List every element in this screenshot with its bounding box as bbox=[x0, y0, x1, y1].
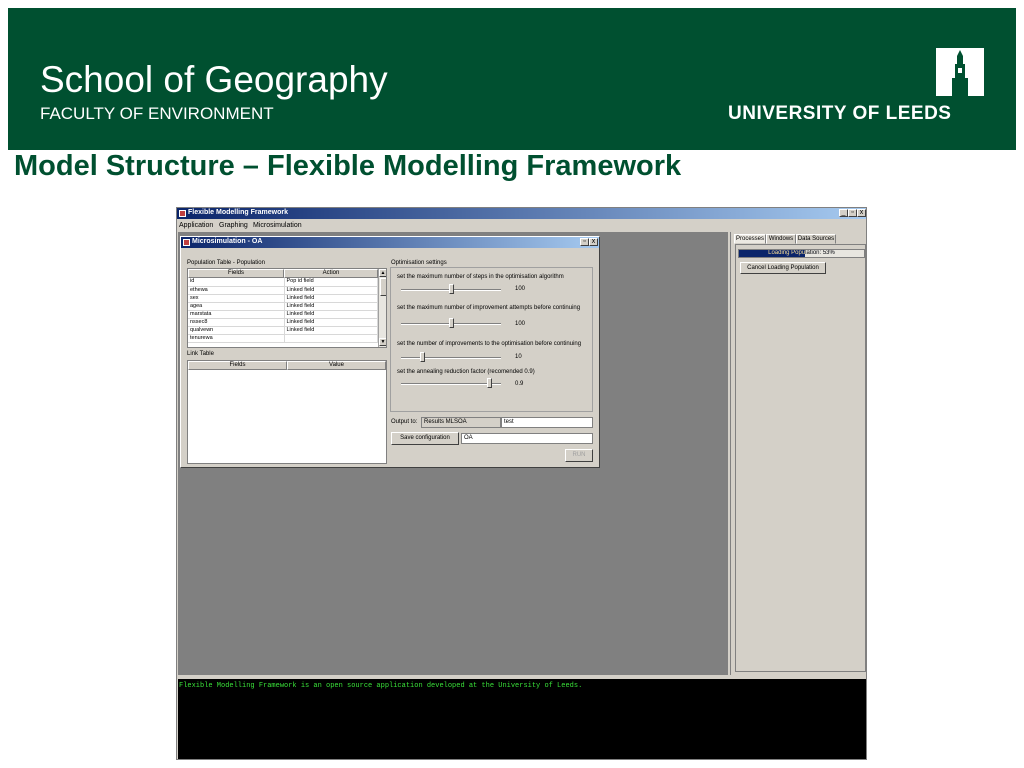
column-header-fields[interactable]: Fields bbox=[188, 269, 284, 278]
field-cell: id bbox=[188, 278, 285, 287]
tab-data-sources[interactable]: Data Sources bbox=[796, 234, 836, 244]
slide-title: Model Structure – Flexible Modelling Fra… bbox=[14, 150, 682, 182]
field-cell: tenurewa bbox=[188, 334, 285, 343]
microsimulation-titlebar[interactable]: Microsimulation - OA ▫ x bbox=[181, 237, 599, 248]
column-header-action[interactable]: Action bbox=[284, 269, 378, 278]
menu-application[interactable]: Application bbox=[179, 222, 213, 229]
frame-close-button[interactable]: x bbox=[589, 238, 598, 246]
population-table-label: Population Table - Population bbox=[187, 260, 265, 266]
menu-graphing[interactable]: Graphing bbox=[219, 222, 248, 229]
app-titlebar[interactable]: Flexible Modelling Framework _ ▫ x bbox=[177, 208, 866, 219]
table-scrollbar[interactable]: ▲ ▼ bbox=[378, 269, 386, 347]
slider-label-improvements: set the number of improvements to the op… bbox=[397, 341, 582, 347]
faculty-subtitle: FACULTY OF ENVIRONMENT bbox=[40, 104, 274, 123]
app-icon bbox=[179, 210, 186, 217]
table-row[interactable]: tenurewa bbox=[188, 334, 378, 343]
university-logo bbox=[936, 48, 984, 96]
run-button[interactable]: RUN bbox=[565, 449, 593, 462]
university-name: UNIVERSITY OF LEEDS bbox=[728, 103, 952, 124]
slider-track[interactable] bbox=[401, 357, 501, 359]
minimize-button[interactable]: _ bbox=[839, 209, 848, 217]
console-pane: Flexible Modelling Framework is an open … bbox=[178, 679, 866, 759]
field-cell: sex bbox=[188, 294, 285, 303]
cancel-loading-button[interactable]: Cancel Loading Population bbox=[740, 262, 826, 274]
scroll-up-icon[interactable]: ▲ bbox=[379, 269, 386, 277]
table-row[interactable]: nssec8 Linked field bbox=[188, 318, 378, 327]
link-column-value[interactable]: Value bbox=[287, 361, 386, 370]
field-cell: nssec8 bbox=[188, 318, 285, 327]
console-text: Flexible Modelling Framework is an open … bbox=[179, 682, 583, 690]
output-name-field[interactable]: test bbox=[501, 417, 593, 428]
microsimulation-window: Microsimulation - OA ▫ x Population Tabl… bbox=[180, 236, 600, 468]
link-table-label: Link Table bbox=[187, 351, 214, 357]
action-cell: Linked field bbox=[284, 318, 378, 327]
table-row[interactable]: qualvewn Linked field bbox=[188, 326, 378, 335]
action-cell: Linked field bbox=[284, 310, 378, 319]
school-title: School of Geography bbox=[40, 59, 388, 100]
action-cell: Linked field bbox=[284, 294, 378, 303]
slider-label-annealing: set the annealing reduction factor (reco… bbox=[397, 369, 535, 375]
menu-bar: Application Graphing Microsimulation bbox=[177, 220, 866, 231]
population-table[interactable]: Fields Action id Pop id field ethewa Linke… bbox=[187, 268, 387, 348]
app-title: Flexible Modelling Framework bbox=[188, 209, 288, 216]
action-cell: Linked field bbox=[284, 286, 378, 295]
slider-attempts[interactable] bbox=[448, 318, 454, 328]
app-window: Flexible Modelling Framework _ ▫ x Appli… bbox=[176, 207, 867, 760]
save-configuration-button[interactable]: Save configuration bbox=[391, 432, 459, 445]
scroll-thumb[interactable] bbox=[380, 278, 386, 296]
slider-value-attempts: 100 bbox=[515, 321, 526, 327]
link-table[interactable]: Fields Value bbox=[187, 360, 387, 464]
side-panel: Processes Windows Data Sources Loading P… bbox=[730, 232, 866, 675]
processes-pane: Loading Population: 53% Cancel Loading P… bbox=[735, 244, 866, 672]
loading-progress-bar: Loading Population: 53% bbox=[738, 249, 865, 258]
field-cell: agea bbox=[188, 302, 285, 311]
slider-improvements[interactable] bbox=[420, 352, 425, 362]
field-cell: marstata bbox=[188, 310, 285, 319]
field-cell: ethewa bbox=[188, 286, 285, 295]
output-target-field[interactable]: Results MLSOA bbox=[421, 417, 501, 428]
population-rows: id Pop id field ethewa Linked field sex Lin… bbox=[188, 278, 378, 343]
scroll-down-icon[interactable]: ▼ bbox=[379, 338, 386, 346]
action-cell: Linked field bbox=[284, 326, 378, 335]
table-row[interactable]: id Pop id field bbox=[188, 278, 378, 287]
table-row[interactable]: marstata Linked field bbox=[188, 310, 378, 319]
microsimulation-title: Microsimulation - OA bbox=[192, 238, 263, 245]
tab-processes[interactable]: Processes bbox=[734, 234, 766, 244]
slider-value-annealing: 0.9 bbox=[515, 381, 524, 387]
action-cell: Pop id field bbox=[284, 278, 378, 287]
window-icon bbox=[183, 239, 190, 246]
maximize-button[interactable]: ▫ bbox=[848, 209, 857, 217]
optimisation-settings-label: Optimisation settings bbox=[391, 260, 447, 266]
slider-value-improvements: 10 bbox=[515, 354, 522, 360]
slider-value-steps: 100 bbox=[515, 286, 526, 292]
slider-steps[interactable] bbox=[448, 284, 454, 294]
tab-windows[interactable]: Windows bbox=[766, 234, 796, 244]
desktop-pane: Microsimulation - OA ▫ x Population Tabl… bbox=[178, 232, 728, 675]
action-cell bbox=[284, 334, 378, 343]
frame-maximize-button[interactable]: ▫ bbox=[580, 238, 589, 246]
slider-label-attempts: set the maximum number of improvement at… bbox=[397, 305, 581, 311]
link-column-fields[interactable]: Fields bbox=[188, 361, 287, 370]
table-row[interactable]: agea Linked field bbox=[188, 302, 378, 311]
save-name-field[interactable]: OA bbox=[461, 433, 593, 444]
slider-annealing[interactable] bbox=[486, 378, 492, 388]
field-cell: qualvewn bbox=[188, 326, 285, 335]
action-cell: Linked field bbox=[284, 302, 378, 311]
output-to-label: Output to: bbox=[391, 419, 418, 425]
parkinson-tower-icon bbox=[936, 48, 984, 96]
menu-microsimulation[interactable]: Microsimulation bbox=[253, 222, 302, 229]
close-button[interactable]: x bbox=[857, 209, 866, 217]
table-row[interactable]: ethewa Linked field bbox=[188, 286, 378, 295]
slider-label-steps: set the maximum number of steps in the o… bbox=[397, 274, 564, 280]
table-row[interactable]: sex Linked field bbox=[188, 294, 378, 303]
progress-text: Loading Population: 53% bbox=[768, 250, 835, 256]
optimisation-panel: set the maximum number of steps in the o… bbox=[390, 267, 593, 412]
